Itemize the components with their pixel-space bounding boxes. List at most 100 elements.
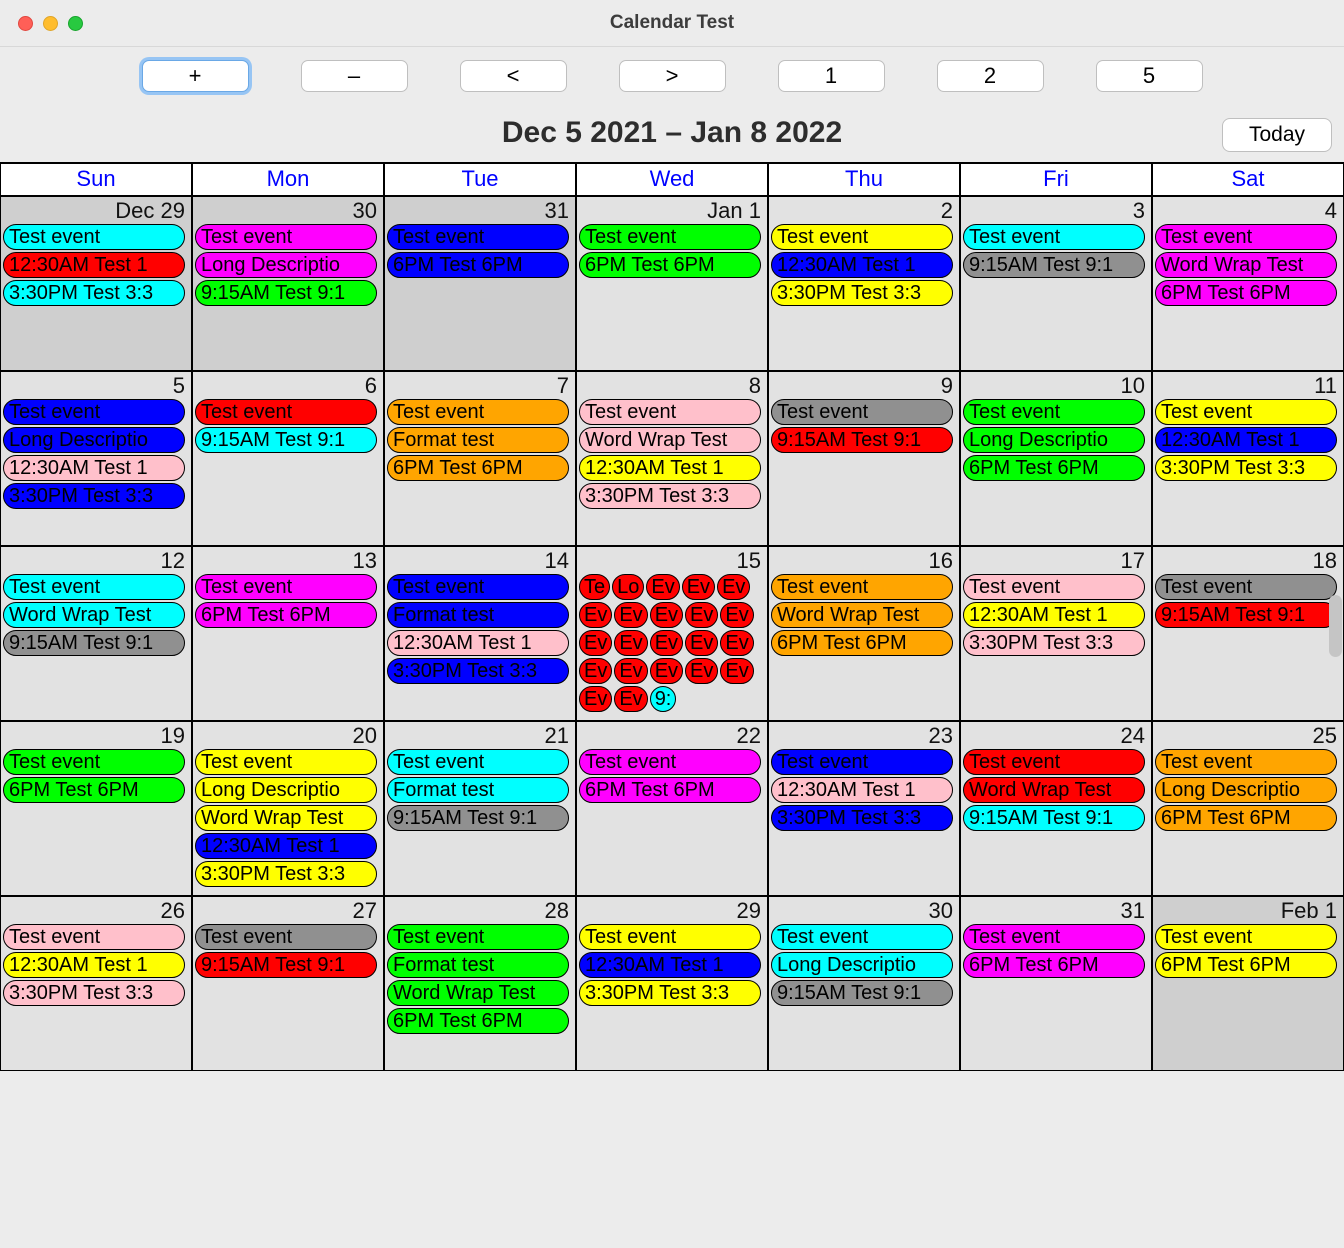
event-pill[interactable]: Test event: [387, 574, 569, 600]
day-cell[interactable]: 30Test eventLong Descriptio9:15AM Test 9…: [768, 896, 960, 1071]
event-pill[interactable]: Ev: [614, 602, 647, 628]
event-pill[interactable]: 9:15AM Test 9:1: [963, 805, 1145, 831]
event-pill[interactable]: 3:30PM Test 3:3: [3, 980, 185, 1006]
day-cell[interactable]: 2Test event12:30AM Test 13:30PM Test 3:3: [768, 196, 960, 371]
day-cell[interactable]: 23Test event12:30AM Test 13:30PM Test 3:…: [768, 721, 960, 896]
day-cell[interactable]: Jan 1Test event6PM Test 6PM: [576, 196, 768, 371]
event-pill[interactable]: Test event: [963, 574, 1145, 600]
event-pill[interactable]: 9:15AM Test 9:1: [771, 980, 953, 1006]
event-pill[interactable]: Long Descriptio: [3, 427, 185, 453]
day-cell[interactable]: 31Test event6PM Test 6PM: [960, 896, 1152, 1071]
event-pill[interactable]: 9:15AM Test 9:1: [963, 252, 1145, 278]
prev-button[interactable]: <: [460, 60, 567, 92]
event-pill[interactable]: 3:30PM Test 3:3: [1155, 455, 1337, 481]
event-pill[interactable]: Test event: [195, 224, 377, 250]
event-pill[interactable]: Test event: [963, 399, 1145, 425]
day-cell[interactable]: Dec 29Test event12:30AM Test 13:30PM Tes…: [0, 196, 192, 371]
event-pill[interactable]: Ev: [717, 574, 750, 600]
scrollbar-thumb[interactable]: [1329, 595, 1342, 657]
event-pill[interactable]: Ev: [579, 658, 612, 684]
day-cell[interactable]: 17Test event12:30AM Test 13:30PM Test 3:…: [960, 546, 1152, 721]
event-pill[interactable]: 9:15AM Test 9:1: [195, 427, 377, 453]
event-pill[interactable]: 12:30AM Test 1: [387, 630, 569, 656]
event-pill[interactable]: Test event: [771, 399, 953, 425]
event-pill[interactable]: Test event: [963, 749, 1145, 775]
day-cell[interactable]: 6Test event9:15AM Test 9:1: [192, 371, 384, 546]
day-cell[interactable]: 15TeLoEvEvEvEvEvEvEvEvEvEvEvEvEvEvEvEvEv…: [576, 546, 768, 721]
event-pill[interactable]: Ev: [720, 630, 753, 656]
event-pill[interactable]: Ev: [685, 658, 718, 684]
view-2-button[interactable]: 2: [937, 60, 1044, 92]
day-cell[interactable]: 30Test eventLong Descriptio9:15AM Test 9…: [192, 196, 384, 371]
day-cell[interactable]: 24Test eventWord Wrap Test9:15AM Test 9:…: [960, 721, 1152, 896]
event-pill[interactable]: 12:30AM Test 1: [1155, 427, 1337, 453]
event-pill[interactable]: Test event: [963, 924, 1145, 950]
event-pill[interactable]: Long Descriptio: [963, 427, 1145, 453]
event-pill[interactable]: Ev: [646, 574, 679, 600]
event-pill[interactable]: 12:30AM Test 1: [771, 777, 953, 803]
event-pill[interactable]: 9:15AM Test 9:1: [1155, 602, 1337, 628]
day-cell[interactable]: 16Test eventWord Wrap Test6PM Test 6PM: [768, 546, 960, 721]
event-pill[interactable]: 3:30PM Test 3:3: [963, 630, 1145, 656]
event-pill[interactable]: 3:30PM Test 3:3: [579, 980, 761, 1006]
day-cell[interactable]: 28Test eventFormat testWord Wrap Test6PM…: [384, 896, 576, 1071]
event-pill[interactable]: Format test: [387, 427, 569, 453]
event-pill[interactable]: Test event: [771, 224, 953, 250]
event-pill[interactable]: 6PM Test 6PM: [195, 602, 377, 628]
zoom-in-button[interactable]: +: [142, 60, 249, 92]
event-pill[interactable]: Ev: [682, 574, 715, 600]
event-pill[interactable]: Test event: [579, 224, 761, 250]
event-pill[interactable]: Test event: [963, 224, 1145, 250]
event-pill[interactable]: Test event: [387, 924, 569, 950]
day-cell[interactable]: 7Test eventFormat test6PM Test 6PM: [384, 371, 576, 546]
day-cell[interactable]: 5Test eventLong Descriptio12:30AM Test 1…: [0, 371, 192, 546]
event-pill[interactable]: Ev: [650, 658, 683, 684]
day-cell[interactable]: 11Test event12:30AM Test 13:30PM Test 3:…: [1152, 371, 1344, 546]
event-pill[interactable]: Test event: [3, 224, 185, 250]
event-pill[interactable]: Format test: [387, 777, 569, 803]
event-pill[interactable]: 12:30AM Test 1: [579, 952, 761, 978]
event-pill[interactable]: 3:30PM Test 3:3: [387, 658, 569, 684]
event-pill[interactable]: Test event: [195, 924, 377, 950]
event-pill[interactable]: Word Wrap Test: [579, 427, 761, 453]
day-cell[interactable]: 18Test event9:15AM Test 9:1: [1152, 546, 1344, 721]
event-pill[interactable]: Word Wrap Test: [1155, 252, 1337, 278]
event-pill[interactable]: Test event: [771, 924, 953, 950]
event-pill[interactable]: Test event: [3, 574, 185, 600]
event-pill[interactable]: Format test: [387, 602, 569, 628]
day-cell[interactable]: 19Test event6PM Test 6PM: [0, 721, 192, 896]
event-pill[interactable]: Ev: [650, 630, 683, 656]
event-pill[interactable]: 3:30PM Test 3:3: [771, 805, 953, 831]
event-pill[interactable]: 3:30PM Test 3:3: [771, 280, 953, 306]
day-cell[interactable]: 9Test event9:15AM Test 9:1: [768, 371, 960, 546]
event-pill[interactable]: Ev: [614, 686, 647, 712]
event-pill[interactable]: Test event: [3, 399, 185, 425]
event-pill[interactable]: 3:30PM Test 3:3: [579, 483, 761, 509]
event-pill[interactable]: 9:15AM Test 9:1: [387, 805, 569, 831]
event-pill[interactable]: Test event: [195, 574, 377, 600]
event-pill[interactable]: 3:30PM Test 3:3: [3, 483, 185, 509]
event-pill[interactable]: Ev: [579, 630, 612, 656]
event-pill[interactable]: 6PM Test 6PM: [1155, 805, 1337, 831]
event-pill[interactable]: 12:30AM Test 1: [3, 455, 185, 481]
event-pill[interactable]: Test event: [387, 224, 569, 250]
day-cell[interactable]: 26Test event12:30AM Test 13:30PM Test 3:…: [0, 896, 192, 1071]
event-pill[interactable]: Ev: [579, 686, 612, 712]
event-pill[interactable]: 6PM Test 6PM: [963, 455, 1145, 481]
event-pill[interactable]: 9:: [650, 686, 677, 712]
event-pill[interactable]: 6PM Test 6PM: [1155, 952, 1337, 978]
event-pill[interactable]: 9:15AM Test 9:1: [3, 630, 185, 656]
event-pill[interactable]: Test event: [1155, 924, 1337, 950]
day-cell[interactable]: 22Test event6PM Test 6PM: [576, 721, 768, 896]
event-pill[interactable]: Lo: [612, 574, 644, 600]
event-pill[interactable]: Test event: [579, 749, 761, 775]
day-cell[interactable]: 27Test event9:15AM Test 9:1: [192, 896, 384, 1071]
event-pill[interactable]: Ev: [614, 658, 647, 684]
today-button[interactable]: Today: [1222, 118, 1332, 152]
event-pill[interactable]: 12:30AM Test 1: [579, 455, 761, 481]
event-pill[interactable]: 12:30AM Test 1: [771, 252, 953, 278]
event-pill[interactable]: Te: [579, 574, 610, 600]
event-pill[interactable]: 6PM Test 6PM: [579, 252, 761, 278]
event-pill[interactable]: 9:15AM Test 9:1: [771, 427, 953, 453]
event-pill[interactable]: Test event: [195, 399, 377, 425]
